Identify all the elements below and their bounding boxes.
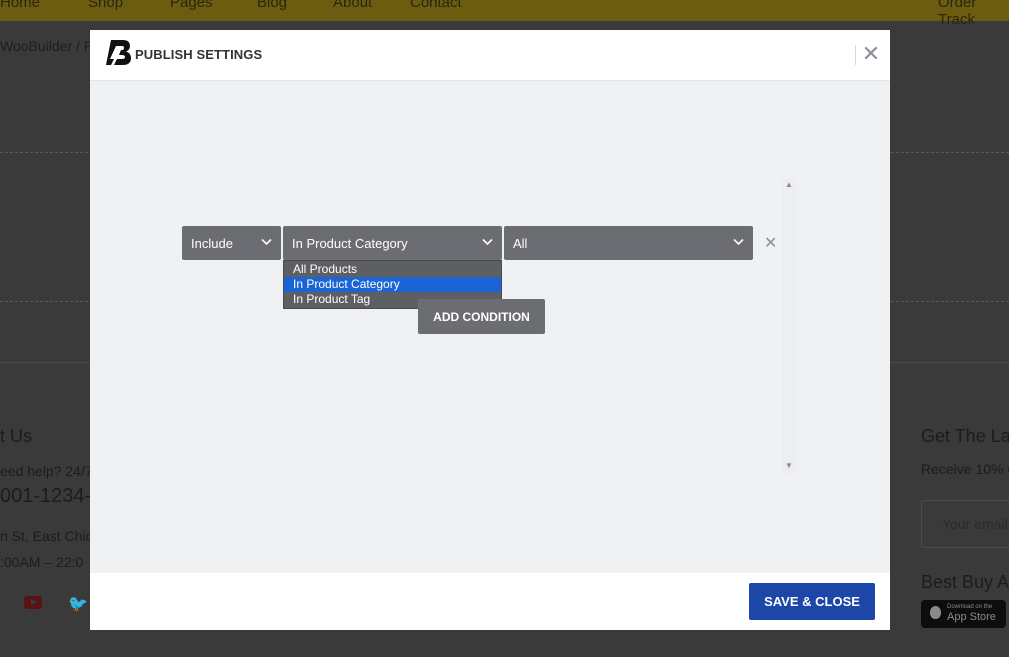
condition-target-value: All — [513, 236, 528, 251]
site-top-nav: Home Shop Pages Blog About Contact Order… — [0, 0, 1009, 28]
header-divider — [855, 45, 856, 65]
condition-target-select[interactable]: All — [504, 226, 753, 260]
nav-about[interactable]: About — [333, 0, 372, 11]
app-store-small-text: Download on the — [947, 604, 993, 610]
nav-contact[interactable]: Contact — [410, 0, 462, 11]
app-store-big-text: App Store — [947, 611, 996, 623]
remove-condition-icon[interactable]: ✕ — [764, 233, 777, 253]
condition-type-value: Include — [191, 236, 233, 251]
nav-blog[interactable]: Blog — [257, 0, 287, 11]
save-and-close-button[interactable]: SAVE & CLOSE — [749, 583, 875, 620]
footer-contact-phone: 001-1234- — [0, 485, 92, 507]
publish-settings-modal: PUBLISH SETTINGS ✕ ▲ ▼ Include In Produc… — [90, 30, 890, 630]
breadcrumb: WooBuilder / Pr — [0, 38, 98, 54]
footer-newsletter-text: Receive 10% O — [921, 461, 1009, 477]
scroll-up-arrow-icon[interactable]: ▲ — [785, 180, 793, 189]
condition-type-select[interactable]: Include — [182, 226, 281, 260]
modal-title: PUBLISH SETTINGS — [135, 47, 263, 62]
modal-footer: SAVE & CLOSE — [90, 573, 890, 630]
modal-header: PUBLISH SETTINGS ✕ — [90, 30, 890, 81]
builder-logo-icon — [106, 40, 131, 65]
nav-order-track[interactable]: Order Track — [938, 0, 1009, 28]
email-placeholder: Your email — [942, 516, 1008, 532]
footer-contact-address: n St, East Chic — [0, 528, 93, 544]
apple-icon — [930, 606, 941, 619]
footer-contact-hours: :00AM – 22:0 — [0, 554, 84, 570]
footer-buy-heading: Best Buy A — [921, 572, 1009, 592]
footer-newsletter-heading: Get The La — [921, 426, 1009, 446]
condition-rule-select[interactable]: In Product Category — [283, 226, 502, 260]
option-all-products[interactable]: All Products — [284, 262, 501, 277]
nav-shop[interactable]: Shop — [88, 0, 123, 11]
nav-pages[interactable]: Pages — [170, 0, 213, 11]
close-icon[interactable]: ✕ — [860, 42, 882, 66]
chevron-down-icon — [261, 238, 272, 246]
nav-home[interactable]: Home — [0, 0, 40, 11]
scroll-down-arrow-icon[interactable]: ▼ — [785, 461, 793, 470]
add-condition-button[interactable]: ADD CONDITION — [418, 299, 545, 334]
condition-rule-value: In Product Category — [292, 236, 408, 251]
conditions-scrollbar[interactable] — [782, 178, 796, 474]
footer-contact-heading: t Us — [0, 426, 33, 446]
footer-contact-help: eed help? 24/7 — [0, 463, 93, 479]
chevron-down-icon — [482, 238, 493, 246]
youtube-icon[interactable] — [24, 596, 42, 609]
app-store-badge[interactable]: Download on the App Store — [921, 600, 1006, 628]
newsletter-email-input[interactable]: Your email — [921, 500, 1009, 548]
chevron-down-icon — [733, 238, 744, 246]
twitter-icon[interactable]: 🐦 — [68, 594, 88, 614]
option-in-product-category[interactable]: In Product Category — [284, 277, 501, 292]
